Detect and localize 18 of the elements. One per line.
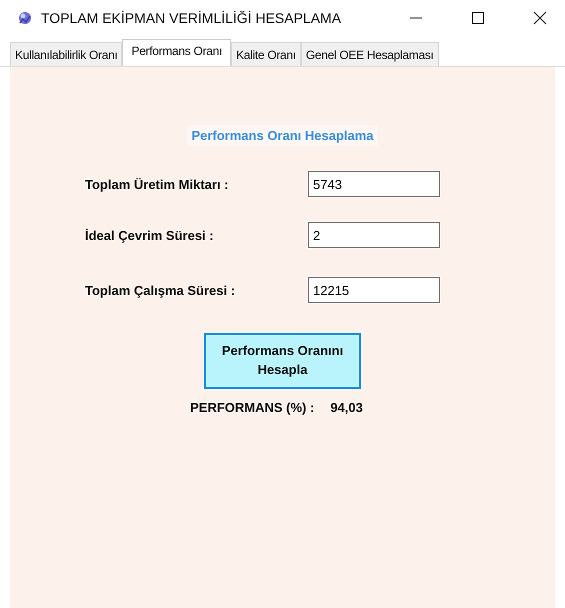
tab[interactable]: Performans Oranı: [122, 39, 232, 66]
calculate-button[interactable]: Performans Oranını Hesapla: [204, 333, 361, 389]
field-label: İdeal Çevrim Süresi :: [85, 226, 215, 245]
app-icon: [17, 10, 33, 26]
window-title: TOPLAM EKİPMAN VERİMLİLİĞİ HESAPLAMA: [41, 10, 342, 26]
result-label: PERFORMANS (%) :: [190, 400, 314, 415]
section-heading: Performans Oranı Hesaplama: [187, 125, 378, 146]
field-label: Toplam Üretim Miktarı :: [85, 176, 230, 194]
tab[interactable]: Kalite Oranı: [231, 42, 301, 66]
input-field[interactable]: 12215: [308, 277, 440, 303]
close-icon[interactable]: [533, 11, 547, 25]
result-value: 94,03: [330, 400, 363, 415]
tab[interactable]: Genel OEE Hesaplaması: [300, 42, 439, 66]
tab[interactable]: Kullanılabilirlik Oranı: [10, 42, 122, 66]
input-field[interactable]: 2: [308, 222, 440, 248]
maximize-icon[interactable]: [471, 11, 485, 25]
field-label: Toplam Çalışma Süresi :: [85, 282, 236, 300]
input-field[interactable]: 5743: [308, 171, 440, 197]
